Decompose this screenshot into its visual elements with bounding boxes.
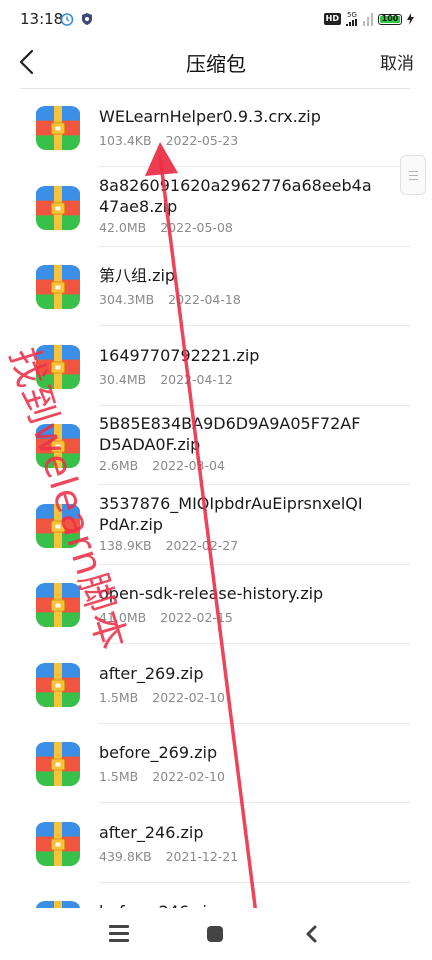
- battery-level: 100: [381, 13, 399, 23]
- row-divider: [99, 245, 410, 247]
- file-name: 3537876_MIQIpbdrAuEiprsnxelQIPdAr.zip: [99, 493, 363, 534]
- file-date: 2022-04-18: [168, 292, 241, 307]
- zip-archive-icon: [36, 662, 80, 707]
- file-name: WELearnHelper0.9.3.crx.zip: [99, 107, 321, 126]
- file-meta: 30.4MB 2022-04-12: [99, 372, 233, 387]
- file-meta: 1.5MB 2022-02-10: [99, 690, 225, 705]
- page-title: 压缩包: [186, 52, 246, 76]
- file-size: 1.5MB: [99, 689, 139, 705]
- file-meta: 138.9KB 2022-02-27: [99, 538, 238, 553]
- network-type: 5G: [347, 11, 357, 19]
- file-name: 5B85E834BA9D6D9A9A05F72AFD5ADA0F.zip: [99, 414, 361, 454]
- row-divider: [99, 802, 410, 803]
- file-size: 30.4MB: [99, 371, 147, 387]
- list-top-divider: [20, 88, 410, 89]
- file-size: 42.0MB: [99, 219, 147, 235]
- file-name: open-sdk-release-history.zip: [99, 584, 324, 603]
- file-name: 8a826091620a2962776a68eeb4a47ae8.zip: [99, 175, 372, 216]
- file-size: 103.4KB: [99, 133, 152, 148]
- file-date: 2021-12-21: [165, 848, 239, 864]
- file-meta: 103.4KB 2022-05-23: [99, 133, 238, 148]
- row-divider: [99, 325, 410, 326]
- file-name: before_246.zip: [99, 901, 372, 908]
- zip-archive-icon: [36, 265, 80, 309]
- file-date: 2022-02-10: [152, 769, 225, 784]
- title-bar: 压缩包 取消: [0, 40, 432, 88]
- file-item[interactable]: open-sdk-release-history.zip 41.0MB 2022-0…: [0, 573, 432, 653]
- home-icon[interactable]: [207, 926, 223, 942]
- alarm-clock-icon: [60, 13, 74, 26]
- status-bar: 13:18 HD 5G 100: [0, 0, 432, 40]
- row-divider: [99, 881, 410, 883]
- file-size: 304.3MB: [99, 292, 155, 307]
- zip-archive-icon: [36, 901, 80, 908]
- file-meta: 304.3MB 2022-04-18: [99, 292, 241, 307]
- navigation-bar: [0, 908, 432, 960]
- file-meta: 2.6MB 2022-03-04: [99, 458, 225, 473]
- file-meta: 439.8KB 2021-12-21: [99, 849, 238, 864]
- file-item[interactable]: after_269.zip 1.5MB 2022-02-10: [0, 653, 432, 733]
- file-size: 1.5MB: [99, 769, 139, 784]
- file-name: before_269.zip: [99, 743, 218, 762]
- file-date: 2022-02-27: [165, 537, 239, 553]
- file-name: after_269.zip: [99, 663, 204, 683]
- nav-back-icon[interactable]: [302, 924, 322, 944]
- file-date: 2022-03-04: [152, 458, 225, 473]
- file-size: 439.8KB: [99, 848, 152, 864]
- file-date: 2022-04-12: [160, 371, 233, 387]
- menu-icon[interactable]: [109, 925, 129, 943]
- file-date: 2022-02-10: [152, 689, 225, 705]
- row-divider: [99, 484, 410, 485]
- file-name: after_246.zip: [99, 822, 204, 842]
- file-meta: 1.5MB 2022-02-10: [99, 769, 225, 784]
- shield-app-icon: [82, 13, 92, 25]
- file-date: 2022-05-08: [160, 219, 233, 235]
- file-item[interactable]: 第八组.zip 304.3MB 2022-04-18: [0, 255, 432, 335]
- hd-badge: HD: [323, 13, 341, 25]
- file-date: 2022-02-15: [160, 610, 233, 625]
- battery-icon: 100: [378, 13, 402, 25]
- file-item[interactable]: 8a826091620a2962776a68eeb4a47ae8.zip 42.0…: [0, 176, 432, 256]
- charging-bolt-icon: [407, 13, 414, 25]
- row-divider: [99, 166, 410, 167]
- zip-archive-icon: [36, 742, 80, 786]
- fast-scroll-handle[interactable]: [400, 155, 426, 195]
- row-divider: [99, 563, 410, 565]
- file-item[interactable]: before_269.zip 1.5MB 2022-02-10: [0, 732, 432, 812]
- cancel-button[interactable]: 取消: [380, 49, 414, 74]
- zip-archive-icon: [36, 106, 80, 150]
- file-meta: 42.0MB 2022-05-08: [99, 220, 233, 235]
- signal-5g-icon: 5G: [346, 12, 358, 26]
- row-divider: [99, 722, 410, 724]
- file-name: 1649770792221.zip: [99, 345, 260, 365]
- file-name: 第八组.zip: [99, 266, 176, 285]
- signal-bars-icon: [363, 13, 373, 26]
- file-date: 2022-05-23: [165, 133, 239, 148]
- file-size: 2.6MB: [99, 458, 139, 473]
- zip-archive-icon: [36, 185, 80, 230]
- status-time: 13:18: [20, 10, 64, 28]
- row-divider: [99, 404, 410, 406]
- file-item[interactable]: after_246.zip 439.8KB 2021-12-21: [0, 812, 432, 892]
- file-item[interactable]: before_246.zip: [0, 891, 432, 908]
- row-divider: [99, 643, 410, 644]
- file-item[interactable]: WELearnHelper0.9.3.crx.zip 103.4KB 2022-05…: [0, 96, 432, 176]
- zip-archive-icon: [36, 821, 80, 866]
